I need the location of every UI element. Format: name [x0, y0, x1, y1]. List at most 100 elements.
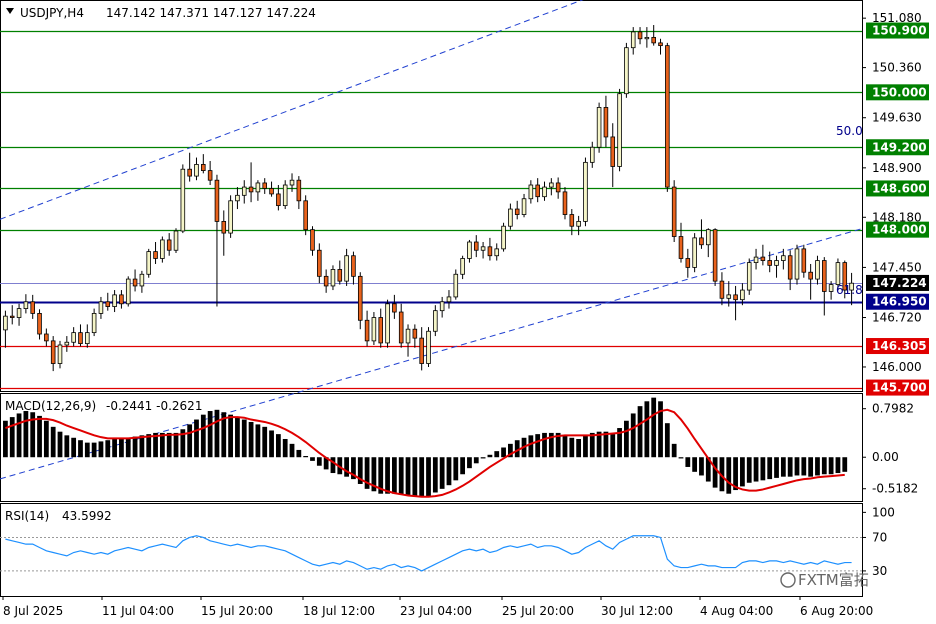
candle-bear [105, 301, 111, 307]
price-tick-label: 146.720 [872, 311, 922, 325]
candle-bull [160, 239, 165, 259]
macd-bar [467, 457, 472, 469]
macd-bar [446, 457, 452, 486]
macd-bar [385, 457, 390, 494]
candle-bear [364, 319, 370, 342]
candle-bull [23, 301, 29, 310]
level-tag-149.200: 149.200 [872, 140, 927, 154]
ohlc-readout: 147.142 147.371 147.127 147.224 [106, 6, 316, 20]
level-tag-145.700: 145.700 [872, 381, 927, 395]
candle-bear [269, 188, 274, 195]
candle-bear [658, 42, 663, 47]
macd-tick-label: 0.7982 [872, 402, 914, 416]
level-tag-146.305: 146.305 [872, 339, 927, 353]
symbol-dropdown-icon[interactable] [6, 8, 14, 14]
candle-bear [555, 182, 561, 193]
candle-bear [201, 164, 206, 171]
candle-bull [706, 229, 711, 246]
candle-bear [248, 186, 254, 193]
macd-bar [289, 443, 295, 458]
candle-bull [774, 260, 779, 266]
candle-bear [44, 333, 49, 342]
price-tick-label: 150.360 [872, 61, 922, 75]
candle-bull [16, 308, 22, 318]
time-label: 23 Jul 04:00 [400, 604, 472, 618]
macd-bar [391, 457, 397, 494]
macd-bar [241, 419, 247, 458]
candle-bear [671, 186, 677, 237]
fib-label-618: 61.8 [836, 283, 863, 297]
candle-bull [460, 258, 465, 275]
macd-bar [699, 457, 704, 476]
macd-bar [43, 420, 49, 458]
macd-bar [815, 457, 820, 476]
candle-bull [289, 179, 295, 186]
level-tag-150.900: 150.900 [872, 24, 927, 38]
candle-bull [173, 230, 179, 251]
macd-bar [71, 437, 77, 458]
macd-bar [828, 457, 834, 475]
candle-bear [187, 168, 192, 177]
candle-bull [91, 313, 97, 334]
candle-bull [71, 332, 76, 343]
macd-bar [98, 441, 104, 458]
macd-bar [316, 457, 322, 466]
candle-bull [746, 262, 752, 291]
candle-bull [521, 198, 527, 215]
macd-bar [125, 437, 131, 458]
price-tick-label: 149.630 [872, 111, 922, 125]
macd-bar [487, 454, 493, 458]
candle-bear [787, 255, 793, 280]
macd-bar [535, 434, 541, 458]
candle-bear [153, 251, 158, 259]
macd-bar [712, 457, 718, 488]
candle-bear [637, 31, 643, 40]
macd-bar [57, 431, 63, 458]
candle-bull [617, 93, 622, 167]
candle-bear [801, 248, 807, 273]
candle-bull [528, 184, 534, 200]
candle-bear [678, 236, 684, 259]
candle-bull [794, 248, 800, 280]
rsi-tick-label: 30 [872, 564, 887, 578]
candle-bull [624, 47, 629, 95]
price-pane-frame [0, 0, 863, 392]
rsi-tick-label: 70 [872, 530, 887, 544]
candle-bull [740, 289, 745, 301]
rsi-plot [0, 535, 862, 572]
macd-bar [187, 424, 193, 458]
macd-bar [576, 438, 582, 458]
macd-bar [200, 414, 206, 458]
rsi-tick-label: 100 [872, 505, 895, 519]
candle-bull [85, 332, 90, 345]
candle-bear [37, 313, 42, 335]
candle-bear [296, 179, 302, 202]
macd-bar [760, 457, 766, 481]
candle-bear [651, 36, 656, 44]
macd-bar [37, 415, 42, 458]
candle-bull [781, 255, 786, 261]
level-tag-150.000: 150.000 [872, 85, 927, 99]
candle-bull [630, 31, 636, 49]
macd-bar [589, 432, 595, 458]
candle-bull [64, 341, 70, 346]
candle-bear [603, 107, 609, 138]
candle-bear [310, 229, 315, 251]
macd-bar [630, 413, 636, 458]
macd-bar [603, 431, 609, 458]
macd-bar [275, 434, 281, 458]
macd-bar [501, 447, 506, 458]
candle-bull [644, 36, 650, 40]
macd-bar [207, 411, 213, 458]
macd-bar [3, 420, 8, 458]
candle-bear [78, 332, 83, 345]
candle-bear [214, 179, 220, 222]
candle-bear [412, 328, 418, 339]
candle-bull [194, 164, 199, 177]
candle-bull [439, 301, 445, 312]
candle-bull [467, 241, 472, 259]
time-label: 18 Jul 12:00 [303, 604, 375, 618]
macd-bar [112, 438, 117, 458]
macd-bar [405, 457, 411, 495]
channel-upper [0, 0, 584, 220]
